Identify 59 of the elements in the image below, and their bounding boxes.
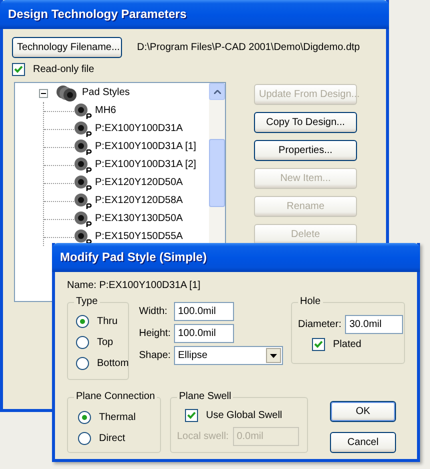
tree-item[interactable]: P:EX120Y120D58A: [95, 195, 183, 207]
pad-icon: [74, 192, 92, 210]
checkbox-label: Read-only file: [33, 64, 94, 76]
radio-button[interactable]: [76, 315, 89, 328]
dialog-title: Modify Pad Style (Simple): [52, 243, 420, 272]
tree-item[interactable]: P:EX100Y100D31A [1]: [95, 141, 196, 153]
field-label: Shape:: [139, 350, 172, 362]
field-label: Width:: [139, 306, 168, 318]
checkbox-label: Plated: [333, 338, 362, 350]
tree-item[interactable]: P:EX120Y120D50A: [95, 177, 183, 189]
tree-item[interactable]: P:EX130Y130D50A: [95, 213, 183, 225]
radio-label: Bottom: [97, 358, 129, 370]
checkbox[interactable]: [312, 338, 325, 351]
radio-label: Top: [97, 336, 114, 348]
dialog-button[interactable]: OK: [330, 401, 396, 422]
radio-label: Thru: [97, 316, 118, 328]
tree-item[interactable]: P:EX150Y150D55A: [95, 231, 183, 243]
filename-button[interactable]: Technology Filename...: [12, 37, 122, 58]
pad-icon: [74, 156, 92, 174]
field-label: Diameter:: [298, 318, 342, 330]
pad-icon: [74, 102, 92, 120]
field-label: Height:: [139, 328, 172, 340]
scroll-up-button[interactable]: [209, 83, 225, 100]
pad-name: Name: P:EX100Y100D31A [1]: [67, 280, 202, 292]
input-field[interactable]: 100.0mil: [174, 302, 234, 321]
group-title: Type: [74, 297, 100, 307]
pad-icon: [74, 210, 92, 228]
group-title: Hole: [298, 297, 323, 307]
action-button[interactable]: Properties...: [254, 140, 357, 161]
checkbox[interactable]: [185, 409, 198, 422]
tree-item[interactable]: P:EX100Y100D31A [2]: [95, 159, 196, 171]
tree-item[interactable]: P:EX100Y100D31A: [95, 123, 183, 135]
radio-label: Thermal: [99, 412, 136, 424]
pad-icon: [74, 138, 92, 156]
checkbox[interactable]: [12, 63, 25, 76]
tree-item[interactable]: Pad Styles: [82, 87, 130, 99]
action-button[interactable]: Copy To Design...: [254, 112, 357, 133]
checkbox-label: Use Global Swell: [206, 410, 282, 422]
tree-item[interactable]: MH6: [95, 105, 116, 117]
radio-button[interactable]: [78, 432, 91, 445]
radio-button[interactable]: [76, 357, 89, 370]
dropdown[interactable]: Ellipse: [174, 346, 283, 365]
radio-button[interactable]: [76, 336, 89, 349]
radio-button[interactable]: [78, 411, 91, 424]
file-path: D:\Program Files\P-CAD 2001\Demo\Digdemo.dtp: [137, 42, 360, 54]
radio-label: Direct: [99, 432, 126, 444]
group-title: Plane Swell: [177, 392, 234, 402]
pad-icon: [74, 120, 92, 138]
dropdown-value: Ellipse: [178, 350, 208, 362]
input-field: 0.0mil: [232, 427, 299, 446]
input-field[interactable]: 30.0mil: [345, 315, 404, 334]
field-label: Local swell:: [177, 430, 229, 442]
dialog-button[interactable]: Cancel: [330, 432, 396, 453]
expander-icon[interactable]: [39, 88, 48, 98]
pad-icon: [74, 174, 92, 192]
group-title: Plane Connection: [74, 392, 157, 402]
input-field[interactable]: 100.0mil: [174, 324, 234, 343]
pad-stack-icon: [56, 84, 78, 102]
window-title: Design Technology Parameters: [0, 0, 389, 29]
